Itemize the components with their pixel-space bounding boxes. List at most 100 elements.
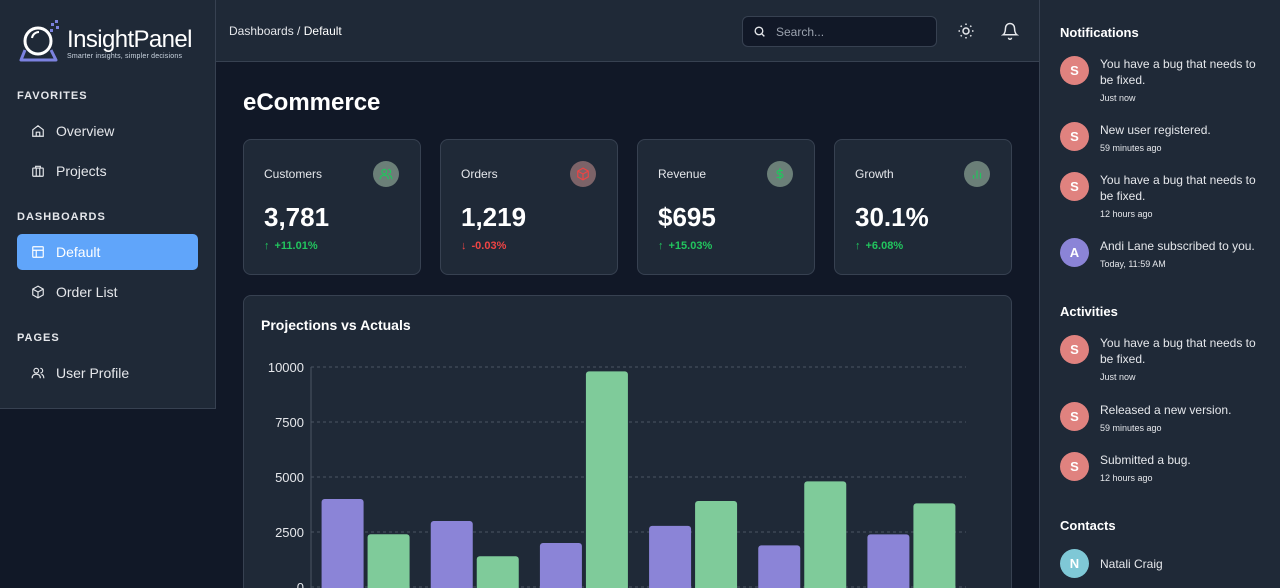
section-label-dashboards: DASHBOARDS (17, 211, 106, 223)
notifications-heading: Notifications (1060, 25, 1139, 40)
box-icon (31, 285, 45, 299)
avatar: S (1060, 335, 1089, 364)
bar-series-1 (867, 534, 910, 588)
stat-label: Customers (264, 167, 323, 181)
stat-label: Orders (461, 167, 498, 181)
brand-tagline: Smarter insights, simpler decisions (67, 53, 183, 60)
notification-text: You have a bug that needs to be fixed. (1100, 173, 1256, 203)
notification-time: 59 minutes ago (1100, 143, 1162, 153)
activity-time: 12 hours ago (1100, 473, 1153, 483)
projections-chart-card: Projections vs Actuals 0 2500 5000 7500 1000… (243, 295, 1012, 588)
search-icon (753, 25, 766, 38)
notification-time: 12 hours ago (1100, 209, 1153, 219)
sun-icon (958, 23, 974, 39)
bar-series-2 (367, 534, 410, 588)
contact-name: Natali Craig (1100, 557, 1163, 571)
right-panel: Notifications S You have a bug that need… (1039, 0, 1280, 588)
arrow-up-icon: ↑ (855, 240, 861, 252)
avatar: N (1060, 549, 1089, 578)
bar-series-2 (476, 556, 519, 588)
box-icon (570, 161, 596, 187)
avatar: A (1060, 238, 1089, 267)
breadcrumb-parent[interactable]: Dashboards (229, 24, 294, 38)
y-tick-label: 2500 (275, 525, 304, 540)
notification-time: Today, 11:59 AM (1100, 259, 1166, 269)
sidebar-item-label: Projects (56, 163, 107, 179)
sidebar-item-label: Overview (56, 123, 115, 139)
bell-icon (1001, 22, 1019, 40)
bar-chart-icon (964, 161, 990, 187)
stat-card-growth[interactable]: Growth 30.1% ↑ +6.08% (834, 139, 1012, 275)
arrow-up-icon: ↑ (658, 240, 664, 252)
users-icon (373, 161, 399, 187)
layout-icon (31, 245, 45, 259)
activity-time: 59 minutes ago (1100, 423, 1162, 433)
stat-delta: ↓ -0.03% (461, 240, 507, 252)
activity-time: Just now (1100, 372, 1136, 382)
activity-text: Submitted a bug. (1100, 453, 1191, 467)
bar-series-2 (913, 503, 956, 588)
stat-delta: ↑ +11.01% (264, 240, 318, 252)
stat-value: 30.1% (855, 202, 929, 232)
sidebar-item-default[interactable]: Default (17, 234, 198, 270)
bar-series-2 (585, 371, 628, 588)
y-tick-label: 10000 (268, 360, 304, 375)
y-tick-label: 0 (297, 580, 304, 588)
stat-value: 1,219 (461, 202, 527, 232)
avatar: S (1060, 122, 1089, 151)
avatar: S (1060, 452, 1089, 481)
briefcase-icon (31, 164, 45, 178)
bar-series-1 (539, 543, 582, 588)
search-box[interactable] (742, 16, 937, 47)
bar-series-2 (804, 481, 847, 588)
notification-text: You have a bug that needs to be fixed. (1100, 57, 1256, 87)
activities-heading: Activities (1060, 304, 1118, 319)
bar-series-1 (758, 545, 801, 588)
sidebar-item-order-list[interactable]: Order List (17, 274, 198, 310)
bar-series-1 (649, 525, 692, 588)
stat-value: 3,781 (264, 202, 330, 232)
stat-card-customers[interactable]: Customers 3,781 ↑ +11.01% (243, 139, 421, 275)
sidebar-item-label: Default (56, 244, 101, 260)
sidebar-item-projects[interactable]: Projects (17, 153, 198, 189)
stat-value: $695 (658, 202, 716, 232)
users-icon (31, 366, 45, 380)
brand-name: InsightPanel (67, 26, 193, 53)
arrow-up-icon: ↑ (264, 240, 270, 252)
sidebar: InsightPanel Smarter insights, simpler d… (0, 0, 216, 409)
avatar: S (1060, 402, 1089, 431)
home-icon (31, 124, 45, 138)
sidebar-item-user-profile[interactable]: User Profile (17, 355, 198, 391)
stat-delta: ↑ +15.03% (658, 240, 713, 252)
stat-label: Growth (855, 167, 894, 181)
brand-logo[interactable]: InsightPanel Smarter insights, simpler d… (18, 20, 208, 64)
logo-icon (19, 20, 59, 62)
bar-series-2 (695, 501, 738, 588)
activity-text: Released a new version. (1100, 403, 1232, 417)
stat-card-revenue[interactable]: Revenue $695 ↑ +15.03% (637, 139, 815, 275)
y-tick-label: 7500 (275, 415, 304, 430)
section-label-favorites: FAVORITES (17, 90, 88, 102)
arrow-down-icon: ↓ (461, 240, 467, 252)
sidebar-item-label: User Profile (56, 365, 130, 381)
breadcrumb-current: Default (303, 24, 342, 38)
notification-text: Andi Lane subscribed to you. (1100, 239, 1255, 253)
stat-card-orders[interactable]: Orders 1,219 ↓ -0.03% (440, 139, 618, 275)
projections-vs-actuals-chart: 0 2500 5000 7500 10000 (268, 360, 966, 588)
contacts-heading: Contacts (1060, 518, 1116, 533)
dollar-icon (767, 161, 793, 187)
bar-series-1 (430, 521, 473, 588)
avatar: S (1060, 56, 1089, 85)
section-label-pages: PAGES (17, 332, 60, 344)
bar-series-1 (321, 499, 364, 588)
notification-time: Just now (1100, 93, 1136, 103)
stat-label: Revenue (658, 167, 707, 181)
sidebar-item-overview[interactable]: Overview (17, 113, 198, 149)
top-header: Dashboards / Default (216, 0, 1039, 62)
sidebar-item-label: Order List (56, 284, 118, 300)
search-input[interactable] (776, 24, 916, 39)
notification-text: New user registered. (1100, 123, 1211, 137)
breadcrumb-separator: / (293, 24, 304, 38)
theme-toggle-button[interactable] (957, 22, 975, 40)
notifications-button[interactable] (1001, 22, 1019, 40)
